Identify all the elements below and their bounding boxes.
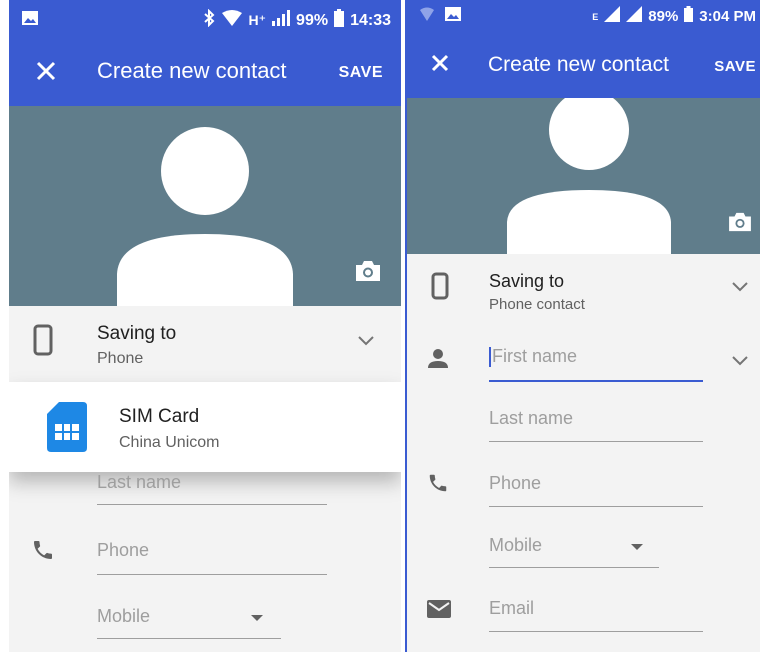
camera-icon[interactable] bbox=[727, 212, 755, 234]
last-name-placeholder: Last name bbox=[97, 472, 182, 492]
phone-type-value: Mobile bbox=[97, 606, 151, 626]
sim-card-icon bbox=[47, 402, 87, 457]
phone-field[interactable]: Phone bbox=[489, 473, 703, 507]
phone-type-value: Mobile bbox=[489, 535, 543, 555]
contact-photo[interactable] bbox=[9, 106, 401, 306]
wifi-icon bbox=[221, 10, 243, 31]
phone-device-icon bbox=[431, 272, 449, 305]
signal-icon-sim1 bbox=[604, 6, 621, 27]
account-option-sim-card[interactable]: SIM Card China Unicom bbox=[9, 382, 401, 472]
battery-percent: 89% bbox=[648, 8, 679, 25]
avatar bbox=[507, 98, 671, 254]
wifi-question-icon bbox=[419, 7, 435, 26]
phone-placeholder: Phone bbox=[97, 540, 150, 560]
page-title: Create new contact bbox=[97, 58, 287, 83]
bluetooth-icon bbox=[203, 8, 215, 32]
call-icon bbox=[31, 538, 55, 567]
first-name-field[interactable]: First name bbox=[489, 346, 703, 382]
chevron-down-icon[interactable] bbox=[731, 280, 749, 292]
dropdown-arrow-icon bbox=[251, 615, 263, 621]
gallery-notification-icon bbox=[445, 7, 461, 26]
sim-network-mark: E bbox=[592, 11, 599, 22]
phone-field[interactable]: Phone bbox=[97, 540, 327, 575]
left-screen: H⁺ 99% 14:33 Create new contact SAVE Sav… bbox=[9, 0, 401, 652]
account-name: SIM Card bbox=[119, 406, 200, 427]
email-field[interactable]: Email bbox=[489, 598, 703, 632]
dropdown-arrow-icon bbox=[631, 544, 643, 550]
network-type-label: H⁺ bbox=[248, 12, 267, 28]
email-icon bbox=[427, 600, 451, 623]
status-bar: E 89% 3:04 PM bbox=[407, 0, 760, 32]
close-icon[interactable] bbox=[425, 48, 455, 78]
right-screen: E 89% 3:04 PM Create new contact SAVE Sa… bbox=[405, 0, 760, 652]
saving-to-label: Saving to bbox=[489, 271, 565, 291]
signal-icon bbox=[272, 10, 291, 31]
gallery-notification-icon bbox=[21, 10, 39, 31]
account-carrier: China Unicom bbox=[119, 434, 220, 451]
clock: 14:33 bbox=[350, 11, 391, 29]
phone-type-dropdown[interactable]: Mobile bbox=[97, 606, 281, 639]
contact-photo[interactable] bbox=[407, 98, 760, 254]
save-button[interactable]: SAVE bbox=[714, 58, 756, 75]
signal-icon-sim2 bbox=[626, 6, 643, 27]
app-bar: Create new contact SAVE bbox=[9, 38, 401, 106]
status-bar: H⁺ 99% 14:33 bbox=[9, 0, 401, 38]
page-title: Create new contact bbox=[488, 53, 669, 76]
phone-placeholder: Phone bbox=[489, 473, 542, 493]
battery-percent: 99% bbox=[296, 11, 329, 29]
saving-to-value: Phone contact bbox=[489, 296, 585, 313]
phone-device-icon bbox=[33, 324, 53, 361]
person-icon bbox=[427, 348, 449, 375]
close-icon[interactable] bbox=[31, 56, 61, 86]
call-icon bbox=[427, 472, 449, 499]
avatar bbox=[117, 127, 293, 306]
chevron-down-icon[interactable] bbox=[357, 334, 375, 346]
saving-to-label: Saving to bbox=[97, 323, 177, 344]
last-name-field[interactable]: Last name bbox=[489, 408, 703, 442]
first-name-placeholder: First name bbox=[492, 346, 578, 366]
saving-to-selector[interactable]: Saving to Phone contact bbox=[407, 254, 760, 326]
clock: 3:04 PM bbox=[699, 8, 756, 25]
battery-icon bbox=[334, 9, 345, 32]
text-cursor bbox=[489, 347, 491, 368]
last-name-field[interactable]: Last name bbox=[97, 472, 327, 505]
battery-icon bbox=[684, 6, 694, 27]
save-button[interactable]: SAVE bbox=[339, 64, 383, 82]
expand-name-chevron-icon[interactable] bbox=[731, 354, 749, 366]
saving-to-selector[interactable]: Saving to Phone bbox=[9, 306, 401, 384]
email-placeholder: Email bbox=[489, 598, 535, 618]
saving-to-value: Phone bbox=[97, 350, 144, 367]
camera-icon[interactable] bbox=[354, 260, 382, 282]
phone-type-dropdown[interactable]: Mobile bbox=[489, 535, 659, 568]
app-bar: Create new contact SAVE bbox=[407, 32, 760, 98]
last-name-placeholder: Last name bbox=[489, 408, 574, 428]
